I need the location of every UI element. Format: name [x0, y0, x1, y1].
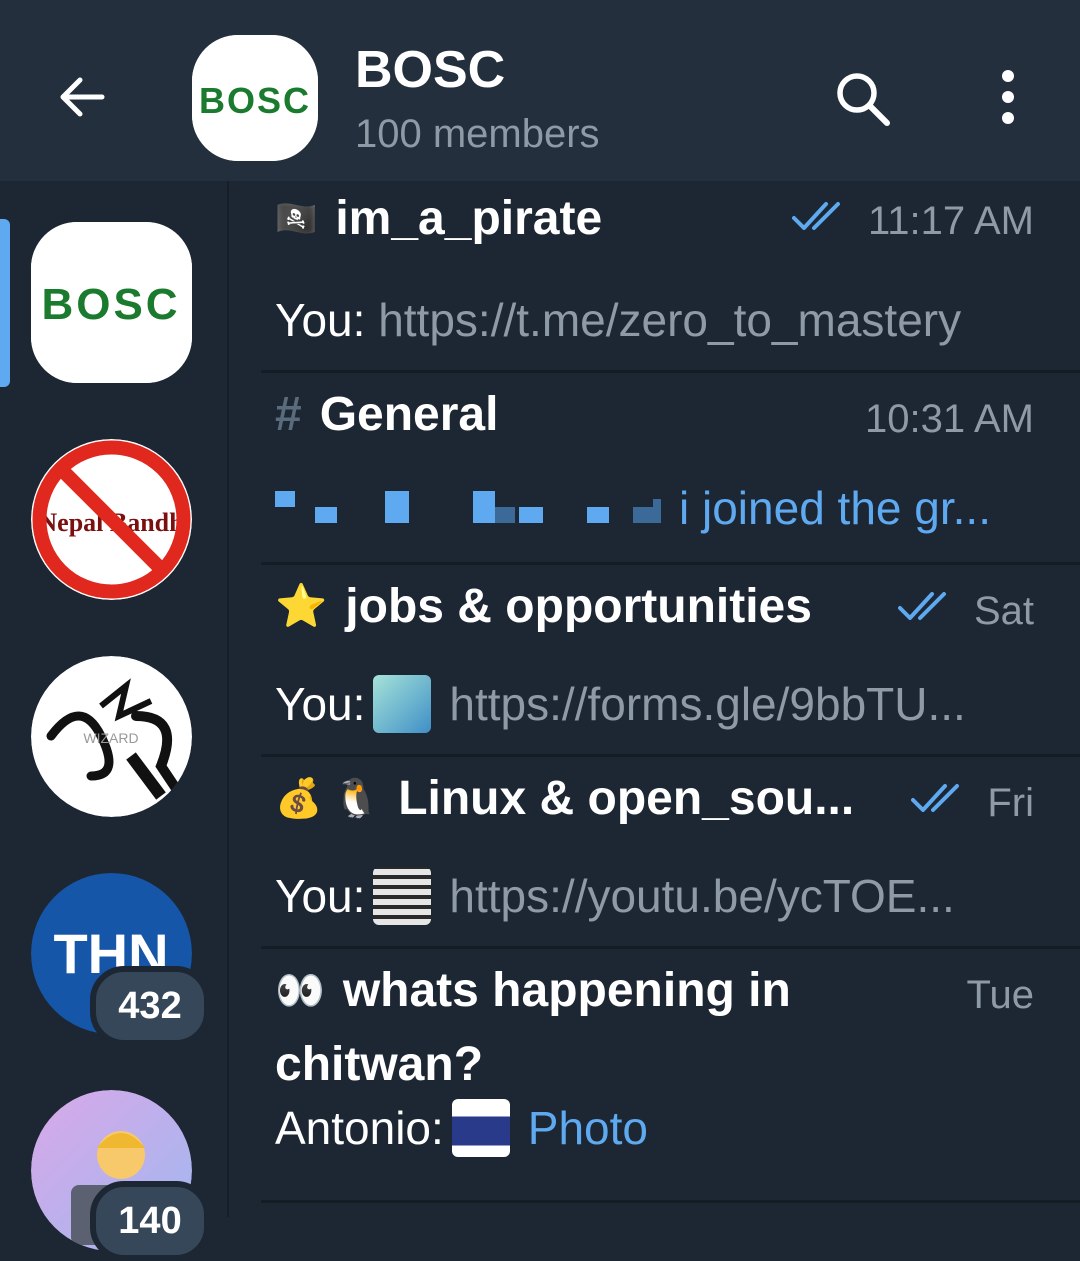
chat-title[interactable]: BOSC: [355, 40, 505, 100]
message-preview: i joined the gr...: [679, 482, 991, 534]
more-vertical-icon[interactable]: [990, 66, 1026, 132]
unread-badge: 140: [90, 1181, 210, 1261]
divider: [261, 1200, 1080, 1203]
member-count: 100 members: [355, 112, 600, 156]
top-app-bar: BOSC BOSC 100 members: [0, 0, 1080, 181]
message-preview: https://youtu.be/ycTOE...: [449, 870, 955, 922]
sidebar-item-nepal-bandh[interactable]: Nepal Bandh: [31, 439, 192, 600]
chat-list: 🏴‍☠️ im_a_pirate 11:17 AM You: https://t…: [229, 181, 1080, 1217]
message-thumbnail: [373, 675, 432, 733]
double-check-icon: [911, 781, 969, 826]
topic-hash-icon: #: [275, 388, 302, 441]
pirate-flag-icon: 🏴‍☠️: [275, 199, 318, 238]
active-indicator: [0, 219, 10, 387]
sidebar-item-bosc[interactable]: BOSC: [31, 222, 192, 383]
group-avatar[interactable]: BOSC: [192, 35, 318, 161]
message-thumbnail: [373, 867, 432, 925]
money-bag-penguin-icon: 💰 🐧: [275, 777, 381, 820]
chat-time: 10:31 AM: [864, 397, 1034, 441]
search-icon[interactable]: [830, 66, 896, 132]
bosc-logo-text: BOSC: [199, 80, 311, 121]
chat-time: Fri: [987, 781, 1034, 825]
star-icon: ⭐: [275, 582, 328, 629]
message-sender: You:: [275, 870, 366, 922]
chat-item-general[interactable]: # General 10:31 AM i joined the gr...: [229, 373, 1080, 565]
chat-item-jobs[interactable]: ⭐ jobs & opportunities Sat You: https://…: [229, 565, 1080, 757]
double-check-icon: [791, 199, 850, 244]
message-sender: You:: [275, 294, 366, 346]
chat-item-im-a-pirate[interactable]: 🏴‍☠️ im_a_pirate 11:17 AM You: https://t…: [229, 181, 1080, 373]
handwritten-logo-text: WIZARD: [83, 730, 138, 746]
message-sender: You:: [275, 678, 366, 730]
bosc-logo-text: BOSC: [41, 280, 180, 329]
double-check-icon: [897, 589, 956, 634]
message-thumbnail: [451, 1099, 510, 1157]
chat-name: Linux & open_sou...: [398, 772, 855, 825]
chat-item-chitwan[interactable]: 👀 whats happening in Tue chitwan? Antoni…: [229, 949, 1080, 1203]
chat-name: General: [319, 388, 499, 441]
message-preview: Photo: [527, 1102, 649, 1154]
folder-sidebar: BOSC Nepal Bandh WIZARD THN 432 140: [0, 181, 229, 1261]
back-arrow-icon[interactable]: [52, 67, 112, 127]
redacted-name: [275, 485, 679, 531]
message-preview: https://t.me/zero_to_mastery: [378, 294, 962, 346]
chat-name: whats happening in: [342, 964, 791, 1017]
message-preview: https://forms.gle/9bbTU...: [449, 678, 966, 730]
chat-time: 11:17 AM: [867, 199, 1034, 243]
unread-badge: 432: [90, 966, 210, 1046]
sidebar-item-handwritten[interactable]: WIZARD: [31, 656, 192, 817]
chat-name: jobs & opportunities: [345, 580, 812, 633]
chat-name-line2: chitwan?: [275, 1038, 484, 1091]
eyes-icon: 👀: [275, 969, 325, 1013]
chat-time: Tue: [966, 973, 1034, 1017]
chat-time: Sat: [973, 589, 1034, 633]
chat-item-linux[interactable]: 💰 🐧 Linux & open_sou... Fri You: https:/…: [229, 757, 1080, 949]
message-sender: Antonio:: [275, 1102, 444, 1154]
chat-name: im_a_pirate: [335, 192, 603, 245]
